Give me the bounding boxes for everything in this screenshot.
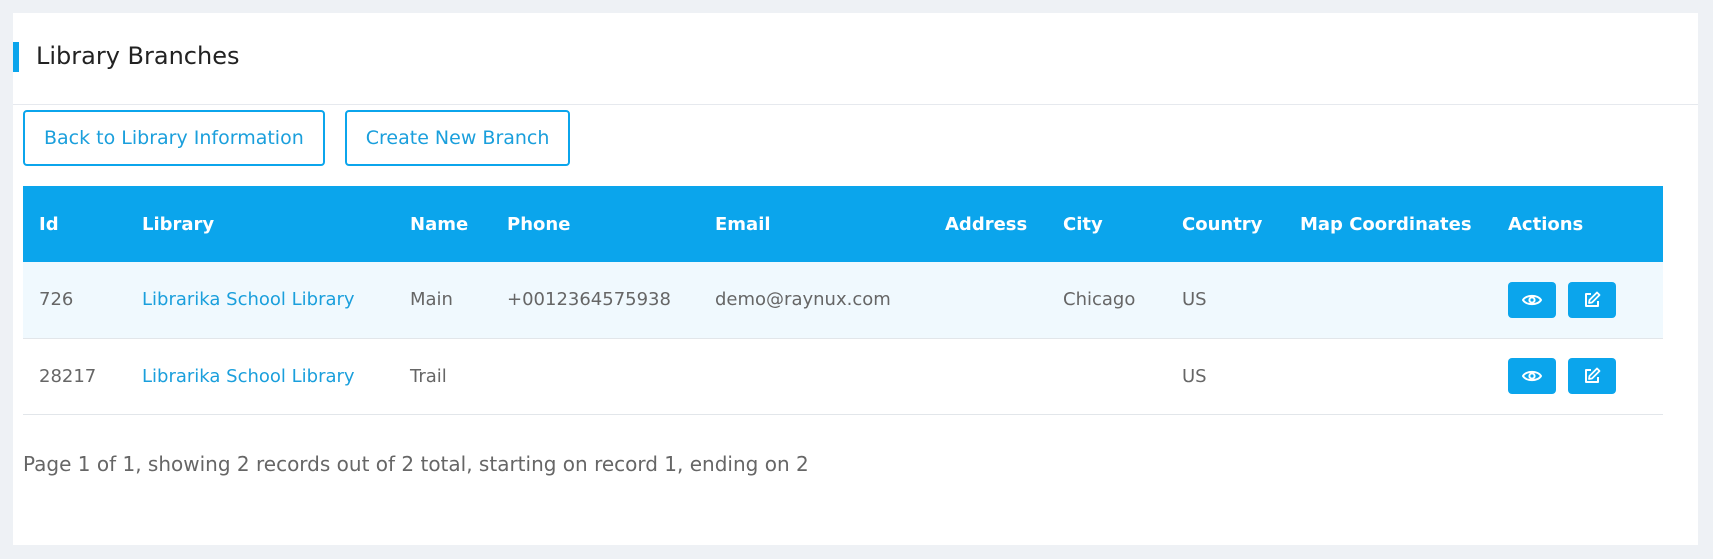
column-header-name[interactable]: Name xyxy=(394,186,491,262)
column-header-address[interactable]: Address xyxy=(929,186,1047,262)
cell-map-coordinates xyxy=(1284,338,1492,414)
back-to-library-information-button[interactable]: Back to Library Information xyxy=(23,110,325,166)
cell-name: Main xyxy=(410,289,453,311)
cell-library: Librarika School Library xyxy=(126,262,394,338)
cell-phone xyxy=(491,338,699,414)
cell-email: demo@raynux.com xyxy=(715,289,891,311)
eye-icon xyxy=(1522,370,1542,382)
cell-city xyxy=(1047,338,1166,414)
branches-table-wrapper: Id Library Name Phone Email Address City… xyxy=(23,186,1663,415)
cell-id: 28217 xyxy=(39,365,97,387)
title-accent-bar xyxy=(13,42,19,72)
column-header-id[interactable]: Id xyxy=(23,186,126,262)
toolbar: Back to Library Information Create New B… xyxy=(23,110,571,166)
cell-phone: +0012364575938 xyxy=(507,289,671,311)
column-header-email[interactable]: Email xyxy=(699,186,929,262)
column-header-country[interactable]: Country xyxy=(1166,186,1284,262)
card-header: Library Branches xyxy=(13,13,1698,105)
cell-country: US xyxy=(1182,365,1207,387)
page-title: Library Branches xyxy=(36,42,240,70)
table-header-row: Id Library Name Phone Email Address City… xyxy=(23,186,1663,262)
cell-library: Librarika School Library xyxy=(126,338,394,414)
pagination-summary: Page 1 of 1, showing 2 records out of 2 … xyxy=(23,452,809,476)
column-header-city[interactable]: City xyxy=(1047,186,1166,262)
cell-actions xyxy=(1492,262,1663,338)
view-button[interactable] xyxy=(1508,281,1556,318)
cell-email xyxy=(699,338,929,414)
cell-actions xyxy=(1492,338,1663,414)
edit-button[interactable] xyxy=(1568,358,1616,394)
table-row: 28217 Librarika School Library Trail US xyxy=(23,338,1663,414)
edit-button[interactable] xyxy=(1568,281,1616,318)
table-row: 726 Librarika School Library Main +00123… xyxy=(23,262,1663,338)
view-button[interactable] xyxy=(1508,358,1556,394)
cell-id: 726 xyxy=(39,289,74,311)
cell-address xyxy=(929,262,1047,338)
create-new-branch-button[interactable]: Create New Branch xyxy=(344,110,571,166)
cell-address xyxy=(929,338,1047,414)
column-header-library[interactable]: Library xyxy=(126,186,394,262)
row-actions xyxy=(1508,358,1663,394)
edit-icon xyxy=(1585,291,1601,307)
cell-country: US xyxy=(1182,289,1207,311)
library-link[interactable]: Librarika School Library xyxy=(142,366,355,387)
edit-icon xyxy=(1585,367,1601,383)
library-link[interactable]: Librarika School Library xyxy=(142,289,355,310)
column-header-phone[interactable]: Phone xyxy=(491,186,699,262)
column-header-actions: Actions xyxy=(1508,213,1584,235)
cell-map-coordinates xyxy=(1284,262,1492,338)
eye-icon xyxy=(1522,294,1542,305)
cell-name: Trail xyxy=(410,365,447,387)
branches-table: Id Library Name Phone Email Address City… xyxy=(23,186,1663,415)
row-actions xyxy=(1508,281,1663,318)
cell-city: Chicago xyxy=(1063,289,1136,311)
column-header-map-coordinates[interactable]: Map Coordinates xyxy=(1284,186,1492,262)
